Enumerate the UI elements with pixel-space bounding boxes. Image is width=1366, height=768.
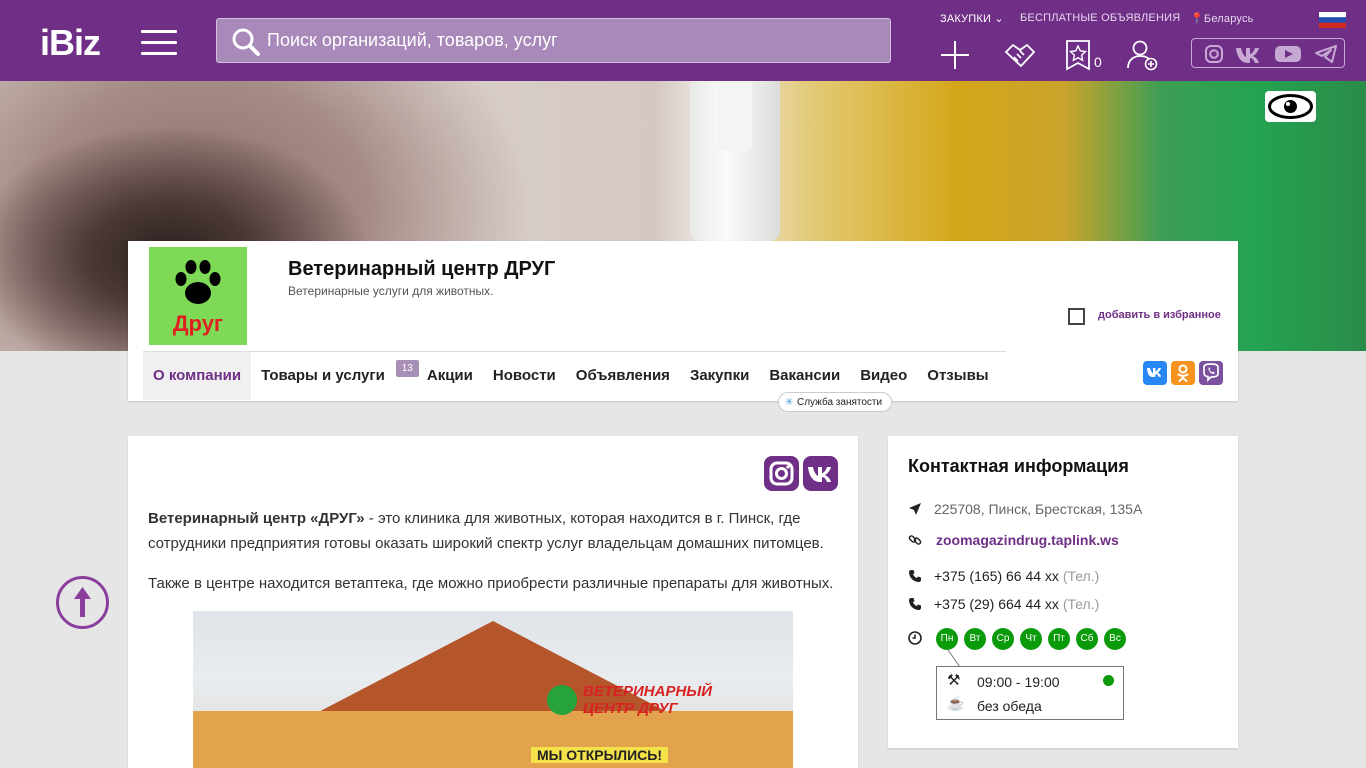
work-days: Пн Вт Ср Чт Пт Сб Вс [936,628,1126,650]
favorites-count: 0 [1094,54,1102,70]
scroll-up-arrow-icon[interactable] [56,576,109,629]
menu-icon[interactable] [141,30,177,55]
chevron-down-icon: ⌄ [994,13,1004,25]
tab-ads[interactable]: Объявления [566,352,680,400]
link-icon [908,535,922,545]
tab-purchases[interactable]: Закупки [680,352,759,400]
plus-icon[interactable] [938,38,972,72]
location-pin-icon: 📍 [1190,13,1204,25]
search-input[interactable] [267,19,877,62]
location-arrow-icon [909,503,921,515]
clinic-sign: ВЕТЕРИНАРНЫЙ ЦЕНТР ДРУГ [583,683,713,717]
instagram-icon[interactable] [764,456,799,491]
company-logo: Друг [149,247,247,345]
add-user-icon[interactable] [1125,38,1159,72]
paw-icon [175,260,221,304]
company-logo-text: Друг [172,311,224,336]
favorite-checkbox[interactable] [1068,308,1085,325]
about-paragraph-1: Ветеринарный центр «ДРУГ» - это клиника … [148,510,824,552]
russian-flag-icon[interactable] [1319,12,1346,28]
day-thu[interactable]: Чт [1020,628,1042,650]
share-vk-icon[interactable] [1143,361,1167,385]
add-favorite-link[interactable]: добавить в избранное [1098,309,1221,321]
about-paragraph-2: Также в центре находится ветаптека, где … [148,575,834,592]
tab-reviews[interactable]: Отзывы [917,352,998,400]
tab-promotions[interactable]: Акции [417,352,483,400]
day-sun[interactable]: Вс [1104,628,1126,650]
photo-wall [193,711,793,768]
nav-purchases[interactable]: ЗАКУПКИ ⌄ [940,12,1004,25]
website-link[interactable]: zoomagazindrug.taplink.ws [936,532,1119,548]
phone-icon [909,570,921,582]
sparkle-icon: ✳ [785,397,794,408]
contacts-card: Контактная информация 225708, Пинск, Бре… [888,436,1238,748]
social-links-top [1191,38,1345,68]
search-box [216,18,891,63]
youtube-icon[interactable] [1274,44,1302,64]
telegram-icon[interactable] [1314,44,1338,64]
work-hours-box: ⚒ 09:00 - 19:00 ☕ без обеда [936,666,1124,720]
employment-service-link[interactable]: ✳ Служба занятости [778,392,893,412]
banner-bottle [690,81,780,241]
clinic-photo: ВЕТЕРИНАРНЫЙ ЦЕНТР ДРУГ МЫ ОТКРЫЛИСЬ! [193,611,793,768]
site-logo[interactable]: iBiz [40,22,101,64]
nav-free-ads[interactable]: БЕСПЛАТНЫЕ ОБЪЯВЛЕНИЯ [1020,12,1180,24]
nav-region[interactable]: 📍Беларусь [1190,12,1254,25]
share-viber-icon[interactable] [1199,361,1223,385]
instagram-icon[interactable] [1204,44,1224,64]
contacts-title: Контактная информация [908,456,1129,476]
tab-products[interactable]: Товары и услуги 13 [251,352,419,400]
day-mon[interactable]: Пн [936,628,958,650]
phone-icon [909,598,921,610]
top-bar: iBiz ЗАКУПКИ ⌄ БЕСПЛАТНЫЕ ОБЪЯВЛЕНИЯ 📍Бе… [0,0,1366,81]
vk-icon[interactable] [803,456,838,491]
open-status-dot [1103,675,1114,686]
company-title: Ветеринарный центр ДРУГ [288,258,556,280]
search-icon[interactable] [231,27,261,57]
vet-cross-icon [547,685,577,715]
day-wed[interactable]: Ср [992,628,1014,650]
clock-icon [908,631,922,645]
handshake-icon[interactable] [1003,38,1037,72]
day-fri[interactable]: Пт [1048,628,1070,650]
favorites-star-icon[interactable] [1062,38,1096,72]
tab-news[interactable]: Новости [483,352,566,400]
about-section: Ветеринарный центр «ДРУГ» - это клиника … [128,436,858,768]
tools-icon: ⚒ [947,672,961,689]
work-hours-text: 09:00 - 19:00 [977,674,1060,690]
day-sat[interactable]: Сб [1076,628,1098,650]
company-subtitle: Ветеринарные услуги для животных. [288,284,494,298]
day-tue[interactable]: Вт [964,628,986,650]
company-card: Друг Ветеринарный центр ДРУГ Ветеринарны… [128,241,1238,401]
lunch-text: без обеда [977,698,1042,714]
tab-about[interactable]: О компании [143,352,252,400]
accessibility-eye-icon[interactable] [1265,91,1316,122]
products-count-badge: 13 [395,360,419,377]
clinic-open-banner: МЫ ОТКРЫЛИСЬ! [531,747,669,763]
share-odnoklassniki-icon[interactable] [1171,361,1195,385]
vk-icon[interactable] [1234,44,1264,64]
coffee-cup-icon: ☕ [947,695,965,711]
